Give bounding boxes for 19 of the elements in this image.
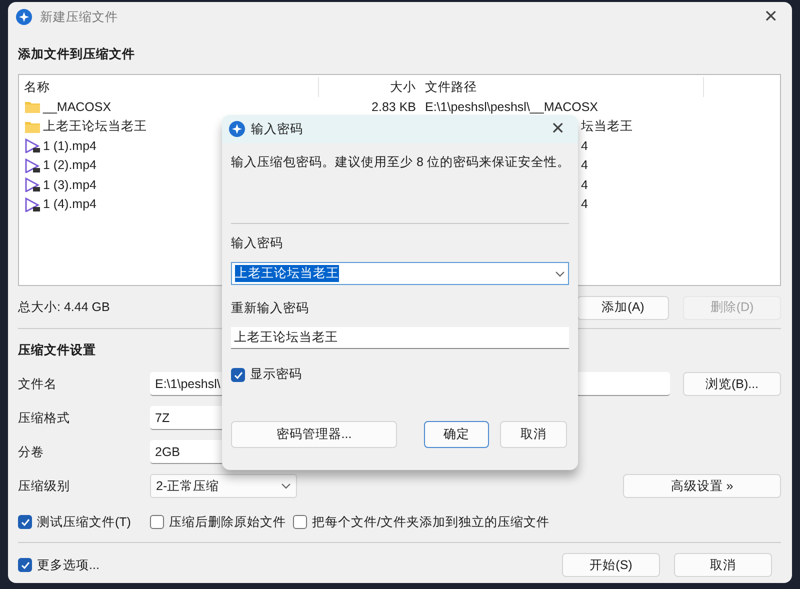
field-label: 输入密码 — [231, 235, 284, 252]
file-path: 4 — [581, 138, 588, 153]
file-path: 4 — [581, 197, 588, 212]
total-size: 总大小: 4.44 GB — [18, 299, 110, 316]
field-label: 压缩级别 — [18, 478, 71, 494]
file-path: E:\1\peshsl\peshsl\__MACOSX — [425, 100, 598, 114]
dialog-description: 输入压缩包密码。建议使用至少 8 位的密码来保证安全性。 — [231, 154, 569, 171]
dialog-title: 输入密码 — [251, 120, 303, 138]
field-label: 分卷 — [18, 444, 45, 460]
field-label: 压缩格式 — [18, 410, 71, 426]
file-path: 坛当老王 — [581, 118, 633, 133]
window-title: 新建压缩文件 — [40, 8, 118, 26]
field-label: 文件名 — [18, 376, 58, 392]
section-heading: 压缩文件设置 — [18, 342, 97, 359]
file-size: 2.83 KB — [372, 100, 416, 114]
field-label: 重新输入密码 — [231, 300, 310, 317]
file-path: 4 — [581, 158, 588, 172]
file-path: 4 — [581, 178, 588, 192]
section-heading: 添加文件到压缩文件 — [18, 46, 136, 63]
